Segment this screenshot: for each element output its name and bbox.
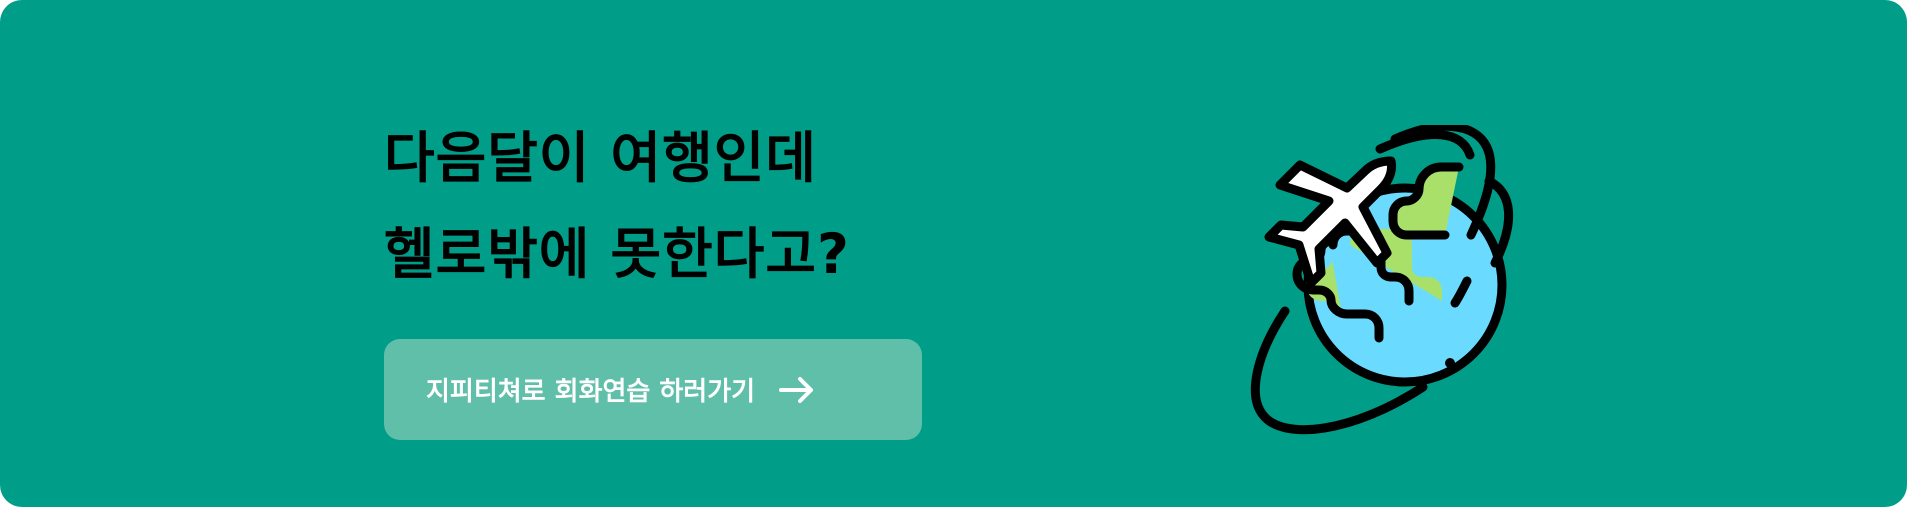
globe-airplane-icon (1250, 125, 1514, 435)
cta-label: 지피티쳐로 회화연습 하러가기 (426, 377, 756, 407)
title-line-1: 다음달이 여행인데 (384, 126, 817, 190)
arrow-right-icon (779, 376, 814, 403)
title-line-2: 헬로밖에 못한다고? (384, 222, 850, 286)
banner-title: 다음달이 여행인데 헬로밖에 못한다고? (384, 110, 850, 302)
promo-banner: 다음달이 여행인데 헬로밖에 못한다고? 지피티쳐로 회화연습 하러가기 (0, 0, 1907, 507)
practice-conversation-button[interactable]: 지피티쳐로 회화연습 하러가기 (384, 339, 922, 440)
